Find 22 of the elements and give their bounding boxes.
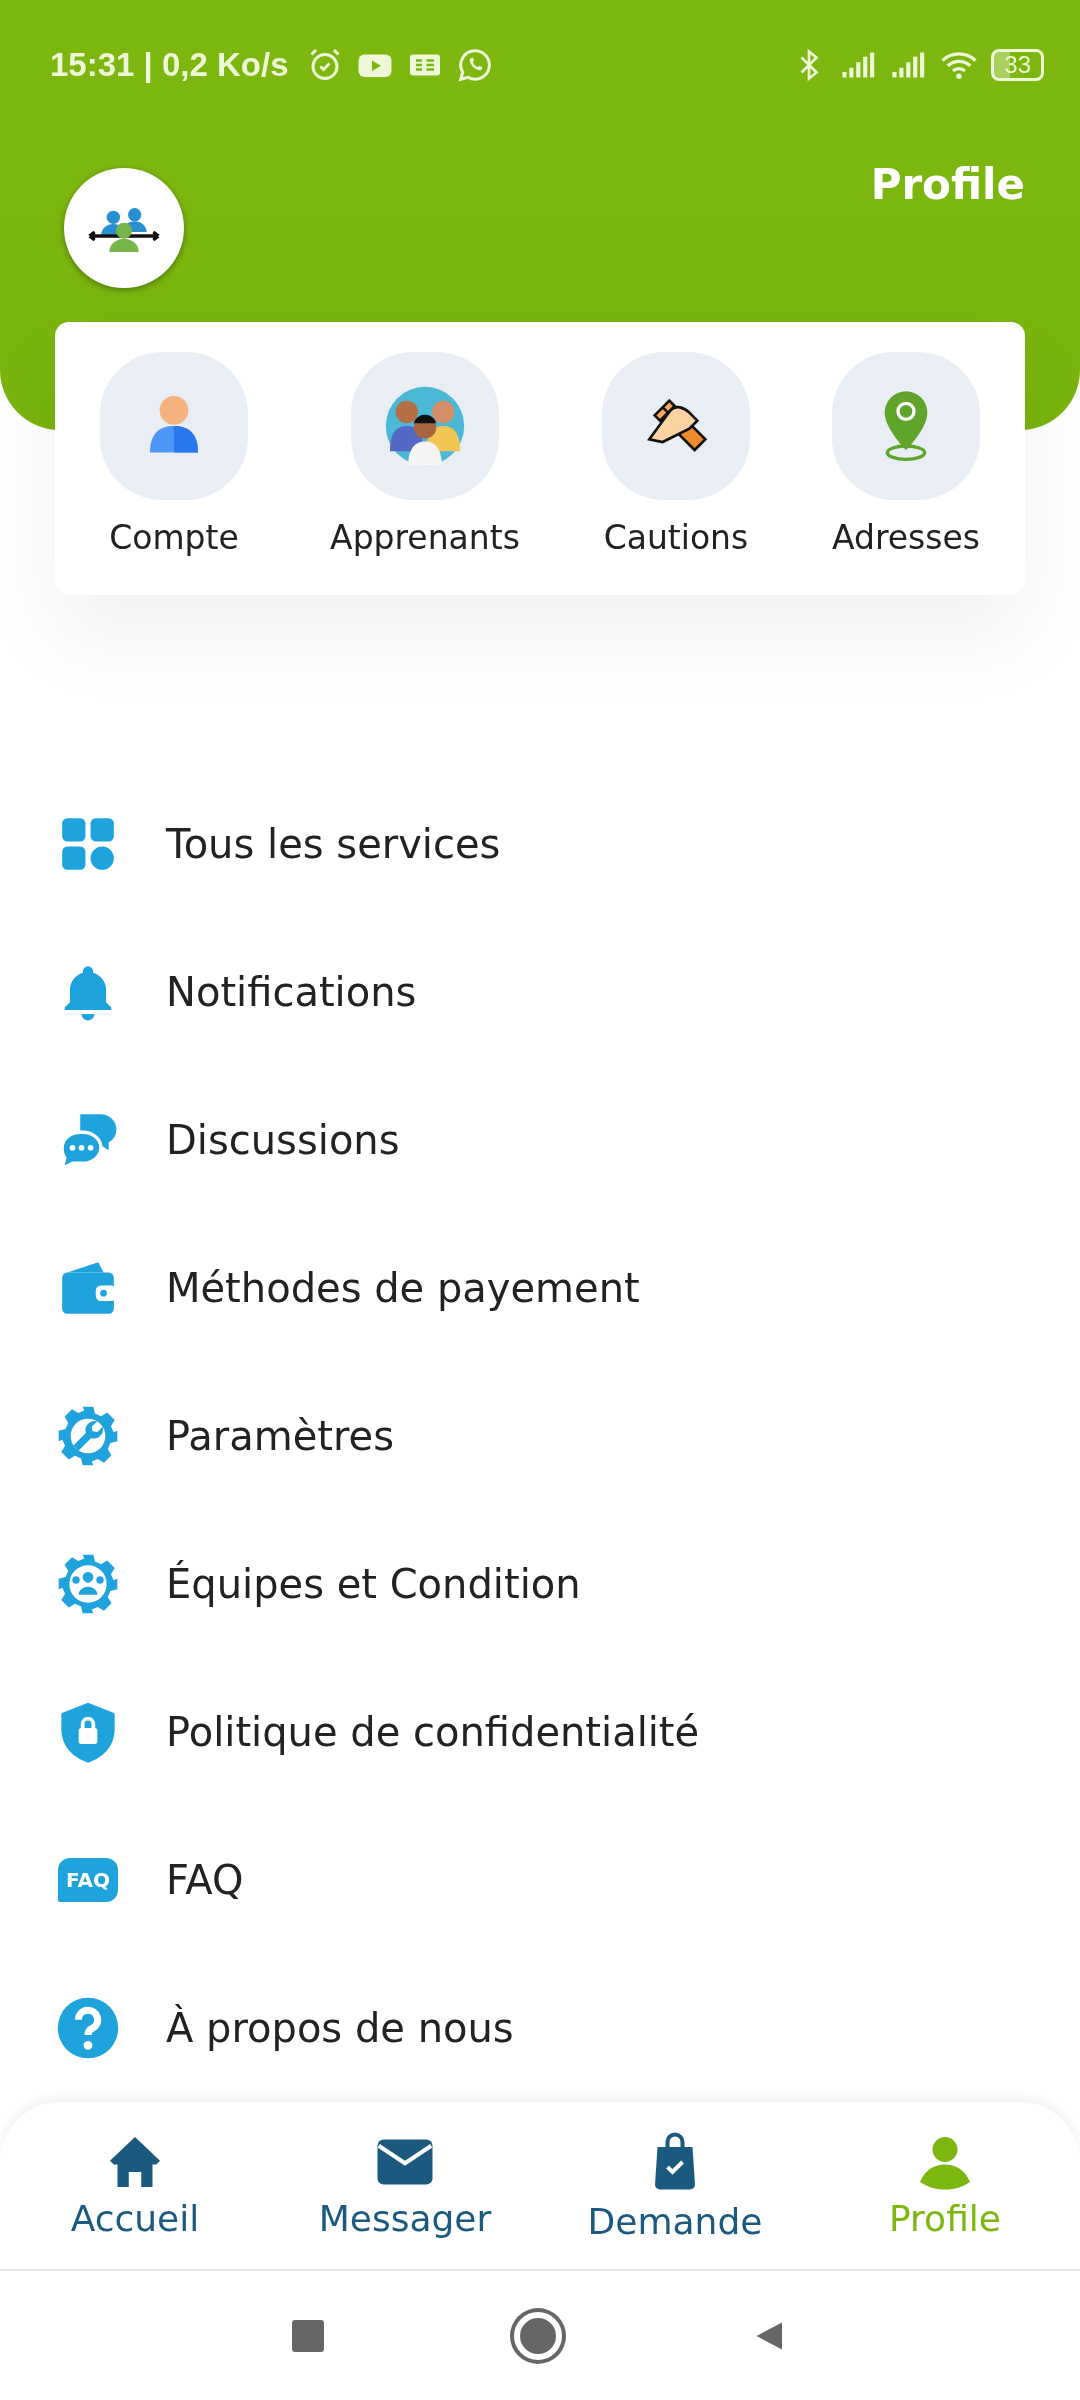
menu-item[interactable]: Tous les services [0,770,1080,918]
status-time: 15:31 | 0,2 Ko/s [50,46,289,84]
nav-tab[interactable]: Demande [540,2102,810,2269]
shortcut-button[interactable]: Apprenants [330,322,520,595]
battery-indicator: 33 [991,49,1044,81]
menu-item[interactable]: FAQ FAQ [0,1806,1080,1954]
faq-icon: FAQ [58,1858,118,1902]
menu-item[interactable]: À propos de nous [0,1954,1080,2102]
nav-tab[interactable]: Messager [270,2102,540,2269]
chat-phone-icon [456,47,493,83]
nav-tab[interactable]: Accueil [0,2102,270,2269]
team-gear-icon [56,1552,120,1616]
menu-item[interactable]: Notifications [0,918,1080,1066]
page-title: Profile [870,160,1025,209]
menu-item[interactable]: Discussions [0,1066,1080,1214]
home-button[interactable] [514,2312,562,2360]
menu-item[interactable]: Équipes et Condition [0,1510,1080,1658]
menu-item[interactable]: Politique de confidentialité [0,1658,1080,1806]
menu-item[interactable]: Paramètres [0,1362,1080,1510]
menu-item[interactable]: Méthodes de payement [0,1214,1080,1362]
help-icon [55,1995,121,2061]
wrench-gear-icon [56,1404,120,1468]
